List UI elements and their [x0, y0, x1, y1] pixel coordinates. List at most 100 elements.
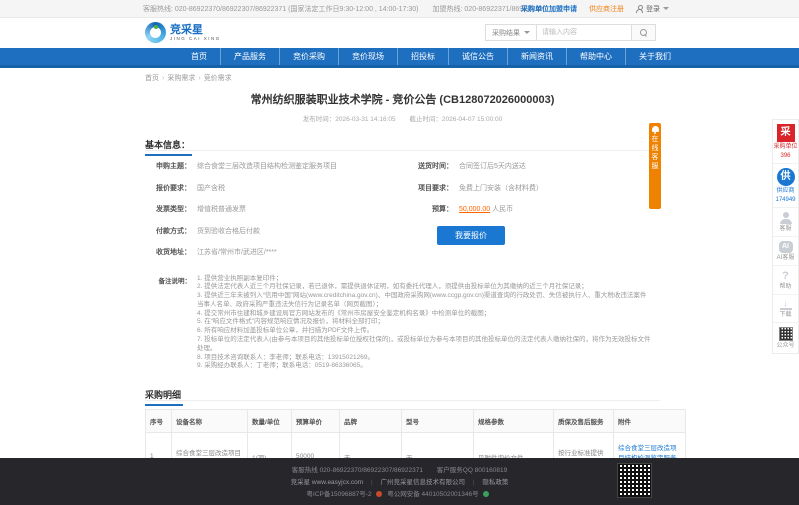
budget-currency: 人民币 [492, 206, 514, 213]
qrcode-icon [778, 327, 793, 341]
nav-item-products[interactable]: 产品服务 [221, 48, 280, 65]
chevron-down-icon [663, 7, 669, 10]
col-attachment: 附件 [613, 409, 686, 434]
purchaser-count: 396 [780, 153, 791, 159]
footer-police[interactable]: 粤公网安备 44010502001346号 [387, 491, 478, 498]
search-category-select[interactable]: 采购结果 [485, 24, 536, 41]
login-label: 登录 [646, 5, 660, 13]
supplier-icon: 供 [776, 168, 795, 186]
float-item-help[interactable]: ? 帮助 [773, 266, 798, 295]
remarks-label: 备注说明： [158, 277, 192, 285]
remark-item: 7. 投标单位的法定代表人(由参与本项目的其他投标单位授权社保的)，或投标单位为… [197, 336, 651, 352]
field-value: 江苏省/常州市/武进区/**** [197, 249, 277, 256]
nav-item-news[interactable]: 新闻资讯 [508, 48, 567, 65]
user-icon [636, 4, 643, 13]
field-quote-requirement: 报价要求： 国产含税 [145, 183, 407, 193]
field-value: 免费上门安装（含材料费） [459, 184, 543, 192]
remark-item: 5. 在“响应文件格式”内容规范响应情况及报价，将材料全部打印； [197, 318, 385, 326]
col-name: 设备名称 [171, 409, 248, 434]
bell-icon [651, 126, 659, 134]
field-value: 综合食堂三层改造项目结构检测鉴定服务项目 [197, 163, 337, 170]
footer-qrcode [617, 463, 652, 498]
breadcrumb: 首页 采购需求 竞价需求 [145, 73, 660, 83]
detail-section-head: 采购明细 [145, 385, 660, 407]
search-input[interactable] [536, 24, 632, 41]
nav-item-help[interactable]: 帮助中心 [567, 48, 626, 65]
police-badge-icon [376, 491, 383, 498]
security-badge-icon [483, 491, 490, 498]
field-value: 合同签订后5天内送达 [459, 163, 526, 170]
supplier-register-link[interactable]: 供应商注册 [589, 4, 624, 14]
logo-text: 竞采星 [170, 23, 203, 36]
customer-service-label: 客服 [779, 226, 792, 232]
nav-item-about[interactable]: 关于我们 [626, 48, 684, 65]
online-service-tab[interactable]: 在线客服 [649, 123, 661, 209]
site-header: 竞采星 JING CAI XING 采购结果 [0, 18, 799, 48]
col-service: 质保及售后服务 [553, 409, 614, 434]
customer-service-icon [779, 212, 793, 224]
field-value: 增值税普通发票 [197, 206, 246, 213]
col-spec: 规格参数 [473, 409, 554, 434]
nav-item-home[interactable]: 首页 [178, 48, 221, 65]
quote-button[interactable]: 我要报价 [437, 225, 505, 245]
nav-item-bidding-live[interactable]: 竞价现场 [339, 48, 398, 65]
field-label: 报价要求： [156, 184, 191, 192]
nav-item-tenders[interactable]: 招投标 [398, 48, 449, 65]
purchaser-icon: 采 [776, 124, 795, 142]
col-brand: 品牌 [339, 409, 402, 434]
field-project-requirement: 项目要求： 免费上门安装（含材料费） [407, 183, 660, 193]
logo-subtext: JING CAI XING [170, 35, 221, 41]
deadline-time: 截止时间：2026-04-07 15:00:00 [409, 116, 503, 123]
remark-item: 1. 提供营业执照副本复印件； [197, 274, 283, 282]
footer-privacy-link[interactable]: 隐私政策 [482, 479, 508, 486]
field-label: 付款方式： [156, 227, 191, 235]
float-item-download[interactable]: ↓ 下载 [773, 295, 798, 323]
field-label: 申购主题： [156, 163, 191, 170]
download-label: 下载 [779, 312, 792, 318]
footer-company: 广州竞采星信息技术有限公司 [380, 479, 466, 486]
supplier-count: 174949 [775, 197, 796, 203]
search-button[interactable] [632, 24, 656, 41]
breadcrumb-bidding-demand: 竞价需求 [203, 75, 232, 82]
purchaser-apply-link[interactable]: 采购单位加盟申请 [521, 4, 577, 14]
float-item-customer-service[interactable]: 客服 [773, 208, 798, 237]
col-qty: 数量/单位 [247, 409, 292, 434]
site-logo[interactable]: 竞采星 JING CAI XING [145, 22, 221, 43]
breadcrumb-home[interactable]: 首页 [145, 73, 164, 83]
footer-qq: 客户服务QQ 800160819 [436, 467, 508, 474]
field-invoice-type: 发票类型： 增值税普通发票 [145, 204, 407, 214]
footer-icp[interactable]: 粤ICP备15096887号-2 [307, 491, 372, 498]
nav-item-integrity[interactable]: 诚信公告 [449, 48, 508, 65]
nav-item-bidding-purchase[interactable]: 竞价采购 [280, 48, 339, 65]
site-footer: 客服热线 020-86922370/86922307/86922371 客户服务… [0, 458, 799, 505]
col-price: 预算单价 [291, 409, 340, 434]
supplier-label: 供应商 [776, 188, 795, 194]
field-label: 送货时间： [418, 163, 453, 170]
help-icon: ? [782, 270, 789, 282]
float-item-wechat[interactable]: 公众号 [773, 323, 798, 353]
footer-site-link[interactable]: 竞采星 www.easyjcx.com [291, 479, 364, 486]
budget-amount: 50,000.00 [459, 206, 491, 213]
help-label: 帮助 [779, 284, 792, 290]
basic-info-title: 基本信息： [145, 138, 193, 156]
purchaser-label: 采购单位 [773, 144, 798, 150]
publish-time: 发布时间：2026-03-31 14:16:05 [302, 116, 396, 123]
field-delivery-time: 送货时间： 合同签订后5天内送达 [407, 161, 660, 171]
float-item-suppliers[interactable]: 供 供应商 174949 [773, 164, 798, 208]
float-item-purchasers[interactable]: 采 采购单位 396 [773, 120, 798, 164]
ai-service-label: AI客服 [776, 255, 795, 261]
search-bar: 采购结果 [485, 24, 656, 41]
field-payment: 付款方式： 货到验收合格后付款 [145, 226, 407, 236]
breadcrumb-demand[interactable]: 采购需求 [167, 73, 200, 83]
search-icon [640, 29, 647, 36]
remark-item: 2. 提供法定代表人近三个月社保记录，若已退休，需提供退休证明，如有委托代理人，… [197, 283, 588, 291]
field-label: 收货地址： [156, 249, 191, 256]
main-content: 首页 采购需求 竞价需求 常州纺织服装职业技术学院 - 竞价公告 (CB1280… [145, 68, 686, 504]
page-title: 常州纺织服装职业技术学院 - 竞价公告 (CB128072026000003) [250, 94, 555, 106]
field-value: 货到验收合格后付款 [197, 227, 260, 235]
logo-swirl-icon [145, 22, 166, 43]
login-menu[interactable]: 登录 [636, 4, 669, 14]
field-subject: 申购主题： 综合食堂三层改造项目结构检测鉴定服务项目 [145, 161, 407, 171]
float-item-ai-service[interactable]: AI AI客服 [773, 237, 798, 266]
top-utility-bar: 客服热线: 020-86922370/86922307/86922371 (国家… [0, 0, 799, 18]
